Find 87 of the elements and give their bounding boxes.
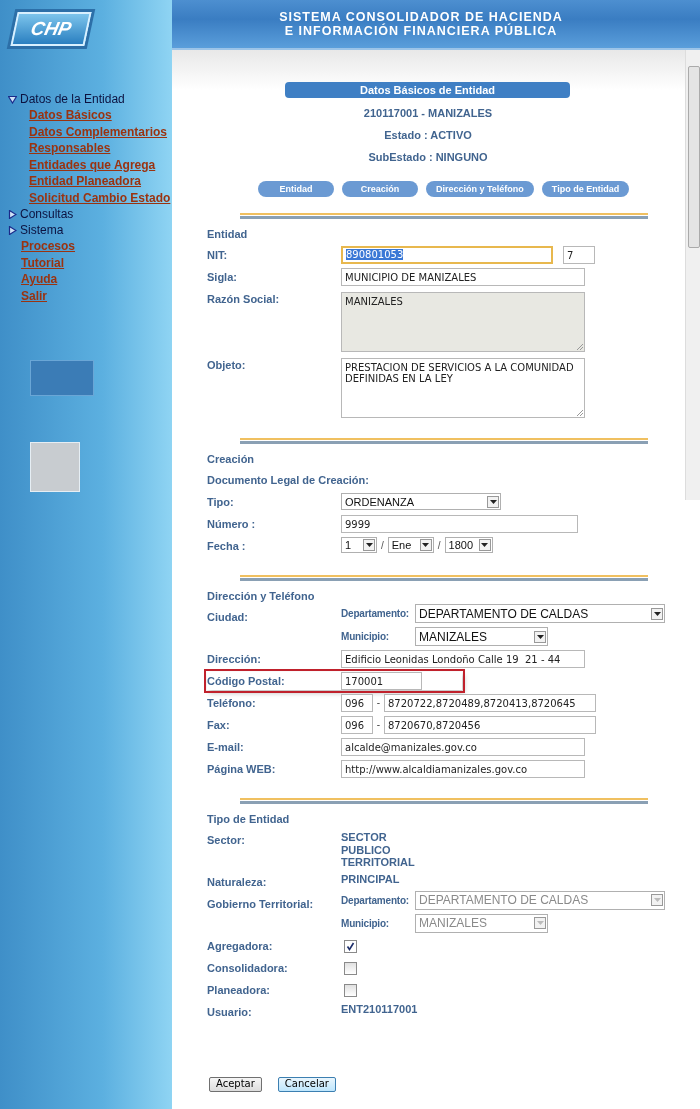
form-button[interactable]: Cancelar [277, 1076, 336, 1092]
text-field[interactable]: 9999 [341, 515, 578, 533]
field-label: Departamento: [341, 894, 410, 906]
field-label: Agregadora: [207, 938, 274, 954]
menu-group[interactable]: Datos de la Entidad [20, 92, 125, 106]
field-label: Sector: [207, 833, 246, 848]
date-separator: / [437, 539, 441, 551]
check-digit-field[interactable]: 7 [563, 246, 595, 264]
caret-icon [653, 611, 661, 616]
entity-info: SubEstado : NINGUNO [367, 150, 489, 164]
field-value: SECTOR PUBLICO TERRITORIAL [341, 831, 416, 869]
menu-group[interactable]: Sistema [20, 223, 64, 237]
banner-title: E INFORMACIÓN FINANCIERA PÚBLICA [284, 24, 558, 38]
date-separator: / [381, 539, 384, 551]
phone-separator: - [375, 696, 382, 710]
text-area[interactable]: PRESTACION DE SERVICIOS A LA COMUNIDAD DEFINIDAS EN LA LEY [341, 358, 585, 418]
dropdown[interactable]: 1800 [444, 537, 493, 553]
field-label: E-mail: [207, 740, 245, 755]
phone-separator: - [375, 718, 382, 732]
field-label: Consolidadora: [207, 960, 289, 976]
field-label: Documento Legal de Creación: [207, 473, 369, 488]
caret-icon [365, 543, 373, 547]
text-field[interactable]: 170001 [341, 672, 422, 690]
dropdown[interactable]: Ene [387, 537, 434, 553]
field-value: ENT210117001 [341, 1002, 419, 1015]
field-label: Dirección: [207, 652, 262, 667]
dropdown[interactable]: 1 [341, 537, 377, 553]
section-title: Tipo de Entidad [207, 813, 291, 825]
field-label: Ciudad: [207, 610, 249, 625]
field-label: Departamento: [341, 608, 410, 619]
caret-icon [536, 634, 544, 639]
nit-field[interactable]: 890801053 [341, 246, 553, 264]
form-button[interactable]: Aceptar [209, 1076, 262, 1092]
menu-group[interactable]: Consultas [20, 207, 74, 221]
triangle-down-icon[interactable] [8, 94, 17, 104]
entity-info: Estado : ACTIVO [383, 128, 473, 142]
text-field[interactable]: http://www.alcaldiamanizales.gov.co [341, 760, 585, 778]
field-label: Planeadora: [207, 982, 271, 998]
section-title: Dirección y Teléfono [207, 590, 316, 602]
field-label: Gobierno Territorial: [207, 896, 315, 912]
triangle-right-icon[interactable] [8, 209, 17, 219]
field-label: Naturaleza: [207, 874, 268, 890]
field-label: Municipio: [341, 917, 390, 929]
field-label: Teléfono: [207, 696, 257, 711]
logo: CHP [10, 12, 92, 46]
text-field[interactable]: alcalde@manizales.gov.co [341, 738, 585, 756]
decorative-square [30, 360, 94, 396]
caret-icon [536, 921, 544, 925]
field-label: Fecha : [207, 539, 247, 554]
caret-icon [422, 543, 430, 547]
checkbox[interactable] [344, 961, 357, 975]
field-label: Razón Social: [207, 292, 281, 307]
triangle-right-icon[interactable] [8, 225, 17, 235]
decorative-square [30, 442, 80, 492]
dropdown[interactable]: DEPARTAMENTO DE CALDAS [415, 604, 665, 623]
field-label: Sigla: [207, 270, 238, 285]
area-code-field[interactable]: 096 [341, 694, 373, 712]
scrollbar[interactable] [685, 50, 700, 500]
field-label: Página WEB: [207, 762, 277, 777]
field-label: Número : [207, 517, 257, 532]
scrollbar-thumb[interactable] [688, 66, 700, 248]
field-value: PRINCIPAL [341, 872, 401, 885]
banner-title: SISTEMA CONSOLIDADOR DE HACIENDA [279, 10, 563, 24]
phone-field[interactable]: 8720722,8720489,8720413,8720645 [384, 694, 596, 712]
checkbox[interactable] [344, 983, 357, 997]
field-label: Tipo: [207, 495, 235, 510]
area-code-field[interactable]: 096 [341, 716, 373, 734]
caret-icon [653, 898, 661, 902]
dropdown[interactable]: MANIZALES [415, 627, 548, 646]
section-title: Creación [207, 453, 256, 465]
caret-icon [489, 499, 497, 504]
field-label: Fax: [207, 718, 231, 733]
caret-icon [481, 543, 489, 547]
text-field[interactable]: MUNICIPIO DE MANIZALES [341, 268, 585, 286]
phone-field[interactable]: 8720670,8720456 [384, 716, 596, 734]
section-title: Entidad [207, 228, 249, 240]
field-label: Código Postal: [207, 674, 286, 689]
field-label: Objeto: [207, 358, 247, 373]
resize-grip-icon[interactable] [576, 409, 583, 416]
field-label: Municipio: [341, 631, 390, 642]
field-label: NIT: [207, 248, 229, 263]
checkbox[interactable] [344, 939, 357, 953]
field-label: Usuario: [207, 1004, 253, 1020]
entity-info: 210117001 - MANIZALES [362, 106, 494, 120]
text-field[interactable]: Edificio Leonidas Londoño Calle 19 21 - 44 [341, 650, 585, 668]
page-title: Datos Básicos de Entidad [285, 82, 570, 98]
dropdown[interactable]: ORDENANZA [341, 493, 501, 510]
